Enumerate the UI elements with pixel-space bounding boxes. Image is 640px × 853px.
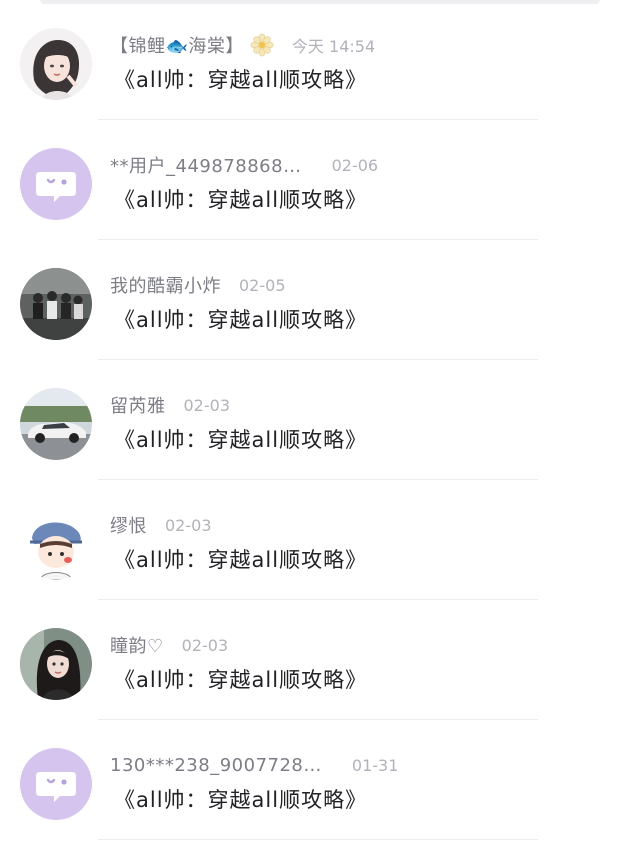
comment-text: 《all帅：穿越all顺攻略》 — [114, 428, 368, 452]
car-photo-avatar[interactable] — [20, 388, 92, 460]
comment-meta: 130***238_9007728… 01-31 — [110, 752, 398, 778]
timestamp: 02-03 — [181, 635, 229, 655]
comment-text: 《all帅：穿越all顺攻略》 — [114, 308, 368, 332]
woman-illustration-avatar[interactable] — [20, 28, 92, 100]
comment-item[interactable]: 【锦鲤🐟海棠】 今天 14:54 《all帅：穿越all顺攻略》 — [0, 0, 640, 120]
comment-item[interactable]: 留芮雅 02-03 《all帅：穿越all顺攻略》 — [0, 360, 640, 480]
comment-meta: 缪恨 02-03 — [110, 512, 212, 538]
comment-meta: **用户_449878868… 02-06 — [110, 152, 378, 178]
cartoon-boy-avatar[interactable] — [20, 508, 92, 580]
comment-list: 【锦鲤🐟海棠】 今天 14:54 《all帅：穿越all顺攻略》 **用户_44… — [0, 0, 640, 853]
timestamp: 今天 14:54 — [291, 37, 376, 56]
timestamp: 02-03 — [183, 395, 231, 415]
username[interactable]: **用户_449878868… — [110, 152, 302, 178]
username[interactable]: 留芮雅 — [110, 392, 166, 418]
comment-text: 《all帅：穿越all顺攻略》 — [114, 68, 368, 92]
comment-meta: 留芮雅 02-03 — [110, 392, 230, 418]
comment-text: 《all帅：穿越all顺攻略》 — [114, 548, 368, 572]
username[interactable]: 瞳韵♡ — [110, 632, 164, 658]
comment-text: 《all帅：穿越all顺攻略》 — [114, 788, 368, 812]
comment-meta: 【锦鲤🐟海棠】 今天 14:54 — [110, 32, 375, 58]
comment-item[interactable]: 缪恨 02-03 《all帅：穿越all顺攻略》 — [0, 480, 640, 600]
comment-item[interactable]: 瞳韵♡ 02-03 《all帅：穿越all顺攻略》 — [0, 600, 640, 720]
default-chat-avatar[interactable] — [20, 748, 92, 820]
comment-item[interactable]: 130***238_9007728… 01-31 《all帅：穿越all顺攻略》 — [0, 720, 640, 840]
comment-text: 《all帅：穿越all顺攻略》 — [114, 188, 368, 212]
username[interactable]: 我的酷霸小炸 — [110, 272, 221, 298]
username[interactable]: 【锦鲤🐟海棠】 — [110, 32, 244, 58]
timestamp: 02-05 — [239, 275, 286, 295]
comment-meta: 瞳韵♡ 02-03 — [110, 632, 228, 658]
comment-text: 《all帅：穿越all顺攻略》 — [114, 668, 368, 692]
comment-meta: 我的酷霸小炸 02-05 — [110, 272, 286, 298]
timestamp: 01-31 — [351, 755, 399, 775]
default-chat-avatar[interactable] — [20, 148, 92, 220]
girl-photo-avatar[interactable] — [20, 628, 92, 700]
username[interactable]: 缪恨 — [110, 512, 147, 538]
group-photo-avatar[interactable] — [20, 268, 92, 340]
flower-icon — [250, 33, 274, 57]
divider — [98, 839, 538, 840]
username[interactable]: 130***238_9007728… — [110, 755, 322, 776]
timestamp: 02-06 — [331, 155, 379, 175]
comment-item[interactable]: 我的酷霸小炸 02-05 《all帅：穿越all顺攻略》 — [0, 240, 640, 360]
comment-item[interactable]: **用户_449878868… 02-06 《all帅：穿越all顺攻略》 — [0, 120, 640, 240]
timestamp: 02-03 — [165, 515, 212, 535]
